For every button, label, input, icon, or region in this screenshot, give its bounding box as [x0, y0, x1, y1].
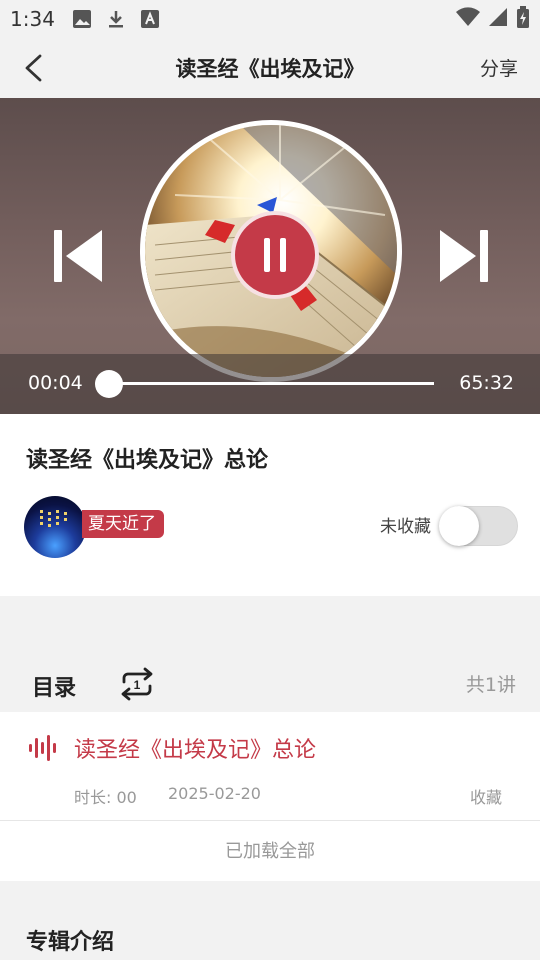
audio-wave-icon	[28, 734, 60, 762]
repeat-one-icon[interactable]: 1	[118, 666, 156, 702]
list-item-date: 2025-02-20	[168, 784, 261, 803]
list-item-duration: 时长: 00	[74, 788, 137, 807]
pause-icon-bar	[280, 238, 286, 272]
author-tag[interactable]: 夏天近了	[82, 510, 164, 538]
toc-header: 目录 1 共1讲	[0, 650, 540, 712]
wifi-icon	[456, 6, 480, 32]
status-bar: 1:34	[0, 0, 540, 38]
episode-title: 读圣经《出埃及记》总论	[26, 448, 269, 473]
avatar[interactable]	[24, 496, 86, 558]
album-intro-heading: 专辑介绍	[26, 930, 115, 955]
font-icon	[139, 8, 161, 30]
status-time: 1:34	[10, 7, 55, 31]
progress-thumb[interactable]	[95, 370, 123, 398]
page-title: 读圣经《出埃及记》	[175, 57, 365, 81]
progress-bar: 00:04 65:32	[0, 354, 540, 414]
skip-next-icon[interactable]	[438, 228, 490, 284]
episode-count: 共1讲	[465, 674, 516, 696]
favorite-toggle[interactable]	[439, 506, 518, 546]
skip-previous-icon[interactable]	[52, 228, 104, 284]
app-header: 读圣经《出埃及记》 分享	[0, 38, 540, 98]
pause-icon	[264, 238, 270, 272]
pause-button[interactable]	[231, 211, 319, 299]
signal-icon	[488, 7, 508, 32]
total-time: 65:32	[459, 372, 514, 394]
album-cover-disc	[140, 120, 402, 382]
current-time: 00:04	[28, 372, 83, 394]
loaded-all-label: 已加载全部	[0, 821, 540, 881]
download-icon	[105, 8, 127, 30]
favorite-toggle-thumb	[439, 506, 479, 546]
battery-icon	[516, 5, 530, 33]
list-item-title: 读圣经《出埃及记》总论	[74, 738, 317, 763]
progress-track[interactable]	[108, 382, 434, 385]
audio-player: 00:04 65:32	[0, 98, 540, 414]
list-item[interactable]: 读圣经《出埃及记》总论 时长: 00 2025-02-20 收藏	[0, 712, 540, 820]
favorite-status-label: 未收藏	[380, 517, 431, 537]
favorite-button[interactable]: 收藏	[470, 784, 502, 808]
toc-label: 目录	[32, 676, 77, 701]
avatar-image	[40, 510, 67, 527]
share-button[interactable]: 分享	[480, 54, 518, 81]
image-icon	[71, 8, 93, 30]
svg-text:1: 1	[134, 678, 141, 692]
back-arrow-icon[interactable]	[18, 52, 50, 84]
episode-info-card: 读圣经《出埃及记》总论 夏天近了 未收藏	[0, 414, 540, 596]
